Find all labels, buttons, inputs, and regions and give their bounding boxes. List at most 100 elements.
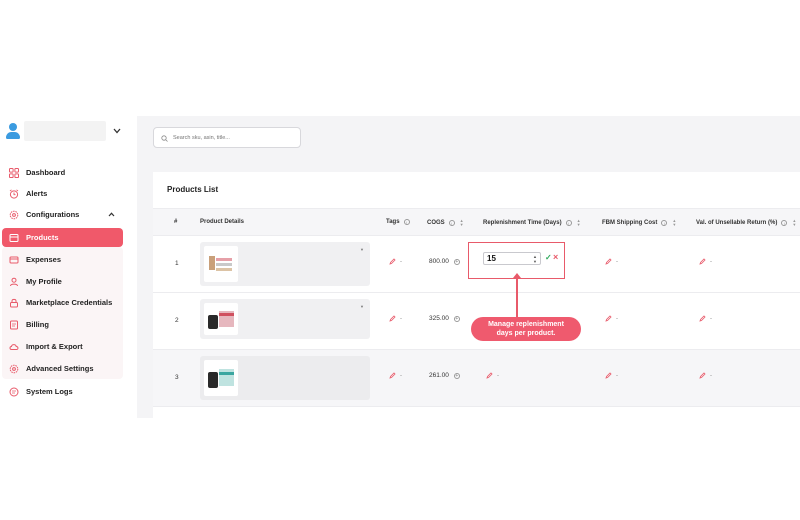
stepper-arrows[interactable]: ▲ ▼ xyxy=(533,254,537,264)
settings-icon xyxy=(8,363,20,375)
product-thumbnail xyxy=(204,360,238,396)
info-icon[interactable]: i xyxy=(403,219,410,225)
dashboard-grid-icon xyxy=(8,167,20,179)
confirm-check-icon[interactable]: ✓ xyxy=(545,253,552,262)
pencil-icon xyxy=(389,315,396,322)
sidebar-item-expenses[interactable]: Expenses xyxy=(2,250,123,269)
callout-line-1: Manage replenishment xyxy=(488,321,564,328)
avatar-icon xyxy=(6,123,20,139)
logs-icon xyxy=(8,386,20,398)
search-icon xyxy=(161,129,168,147)
app-shell: Dashboard Alerts Configurations Products xyxy=(0,112,800,418)
sidebar-item-advanced-settings[interactable]: Advanced Settings xyxy=(2,359,123,378)
sidebar-item-marketplace-credentials[interactable]: Marketplace Credentials xyxy=(2,293,123,312)
pencil-icon xyxy=(389,372,396,379)
fbm-shipping-cost-cell[interactable]: - xyxy=(605,258,618,265)
info-icon[interactable]: i xyxy=(565,220,572,226)
sidebar-item-dashboard[interactable]: Dashboard xyxy=(2,163,123,182)
pencil-icon xyxy=(486,372,493,379)
sidebar: Dashboard Alerts Configurations Products xyxy=(0,112,132,418)
sidebar-item-label: Import & Export xyxy=(26,342,83,351)
callout-line-2: days per product. xyxy=(496,330,556,337)
products-list-card: Products List # Product Details Tags i CO… xyxy=(153,172,800,418)
replenishment-cell[interactable]: - xyxy=(486,372,499,379)
tags-cell[interactable]: - xyxy=(389,258,402,265)
sidebar-item-products[interactable]: Products xyxy=(2,228,123,247)
info-icon[interactable]: i xyxy=(661,220,668,226)
sidebar-item-configurations[interactable]: Configurations xyxy=(2,205,123,224)
cogs-cell: 800.00 + xyxy=(429,258,460,265)
box-icon xyxy=(8,232,20,244)
page-title: Products List xyxy=(167,185,219,194)
column-header-unsellable-return[interactable]: Val. of Unsellable Return (%) i ▲ ▼ xyxy=(696,219,796,227)
product-details-cell[interactable]: ▼ xyxy=(200,242,370,286)
chevron-down-icon[interactable] xyxy=(112,126,122,136)
add-icon[interactable]: + xyxy=(453,372,460,379)
tags-cell[interactable]: - xyxy=(389,315,402,322)
lock-icon xyxy=(8,297,20,309)
pencil-icon xyxy=(605,315,612,322)
table-header: # Product Details Tags i COGS i ▲ ▼ Replenis… xyxy=(153,208,800,236)
sort-icon[interactable]: ▲ ▼ xyxy=(672,219,676,227)
billing-icon xyxy=(8,319,20,331)
pencil-icon xyxy=(699,258,706,265)
alarm-icon xyxy=(8,188,20,200)
add-icon[interactable]: + xyxy=(453,258,460,265)
unsellable-return-cell[interactable]: - xyxy=(699,258,712,265)
pencil-icon xyxy=(699,372,706,379)
column-header-tags[interactable]: Tags i xyxy=(386,219,410,225)
row-number: 3 xyxy=(175,374,179,381)
fbm-shipping-cost-cell[interactable]: - xyxy=(605,315,618,322)
user-name-redacted xyxy=(24,121,106,141)
table-row: 3 - 261.00 + - - - xyxy=(153,350,800,407)
row-number: 1 xyxy=(175,260,179,267)
replenishment-days-input[interactable] xyxy=(487,254,527,263)
column-header-cogs[interactable]: COGS i ▲ ▼ xyxy=(427,219,464,227)
pencil-icon xyxy=(605,258,612,265)
search-box[interactable] xyxy=(153,127,301,148)
sort-icon[interactable]: ▲ ▼ xyxy=(577,219,581,227)
user-icon xyxy=(8,276,20,288)
sidebar-item-import-export[interactable]: Import & Export xyxy=(2,337,123,356)
search-input[interactable] xyxy=(173,134,293,141)
table-row: 1 ▼ - 800.00 + 15 ▲ ▼ ✓ × - - xyxy=(153,236,800,293)
chevron-down-icon[interactable]: ▼ xyxy=(360,304,364,309)
sort-icon[interactable]: ▲ ▼ xyxy=(460,219,464,227)
user-menu[interactable] xyxy=(3,119,123,143)
add-icon[interactable]: + xyxy=(453,315,460,322)
main-content: Products List # Product Details Tagsi CO… xyxy=(137,116,800,418)
replenishment-days-stepper[interactable]: ▲▼ xyxy=(483,252,541,265)
sidebar-item-label: Advanced Settings xyxy=(26,364,94,373)
chevron-up-icon[interactable] xyxy=(108,210,115,219)
fbm-shipping-cost-cell[interactable]: - xyxy=(605,372,618,379)
gear-icon xyxy=(8,209,20,221)
tags-cell[interactable]: - xyxy=(389,372,402,379)
product-details-cell[interactable]: ▼ xyxy=(200,299,370,339)
product-details-cell[interactable] xyxy=(200,356,370,400)
sidebar-item-label: Dashboard xyxy=(26,168,66,177)
sidebar-item-my-profile[interactable]: My Profile xyxy=(2,272,123,291)
replenishment-callout: Manage replenishment days per product. xyxy=(471,317,581,341)
pencil-icon xyxy=(389,258,396,265)
column-header-replenishment-time[interactable]: Replenishment Time (Days) i ▲ ▼ xyxy=(483,219,581,227)
info-icon[interactable]: i xyxy=(448,220,455,226)
sidebar-item-billing[interactable]: Billing xyxy=(2,315,123,334)
column-header-number: # xyxy=(174,219,178,225)
sort-icon[interactable]: ▲ ▼ xyxy=(792,219,796,227)
info-icon[interactable]: i xyxy=(781,220,788,226)
sidebar-item-label: Alerts xyxy=(26,189,48,198)
unsellable-return-cell[interactable]: - xyxy=(699,315,712,322)
chevron-down-icon[interactable]: ▼ xyxy=(360,247,364,252)
sidebar-item-label: Products xyxy=(26,233,59,242)
sidebar-item-alerts[interactable]: Alerts xyxy=(2,184,123,203)
pencil-icon xyxy=(605,372,612,379)
sidebar-item-system-logs[interactable]: System Logs xyxy=(2,382,123,401)
unsellable-return-cell[interactable]: - xyxy=(699,372,712,379)
column-header-fbm-shipping-cost[interactable]: FBM Shipping Cost i ▲ ▼ xyxy=(602,219,676,227)
cloud-icon xyxy=(8,341,20,353)
sidebar-item-label: Marketplace Credentials xyxy=(26,298,113,307)
cancel-x-icon[interactable]: × xyxy=(553,252,558,262)
pencil-icon xyxy=(699,315,706,322)
row-number: 2 xyxy=(175,317,179,324)
sidebar-item-label: My Profile xyxy=(26,277,62,286)
